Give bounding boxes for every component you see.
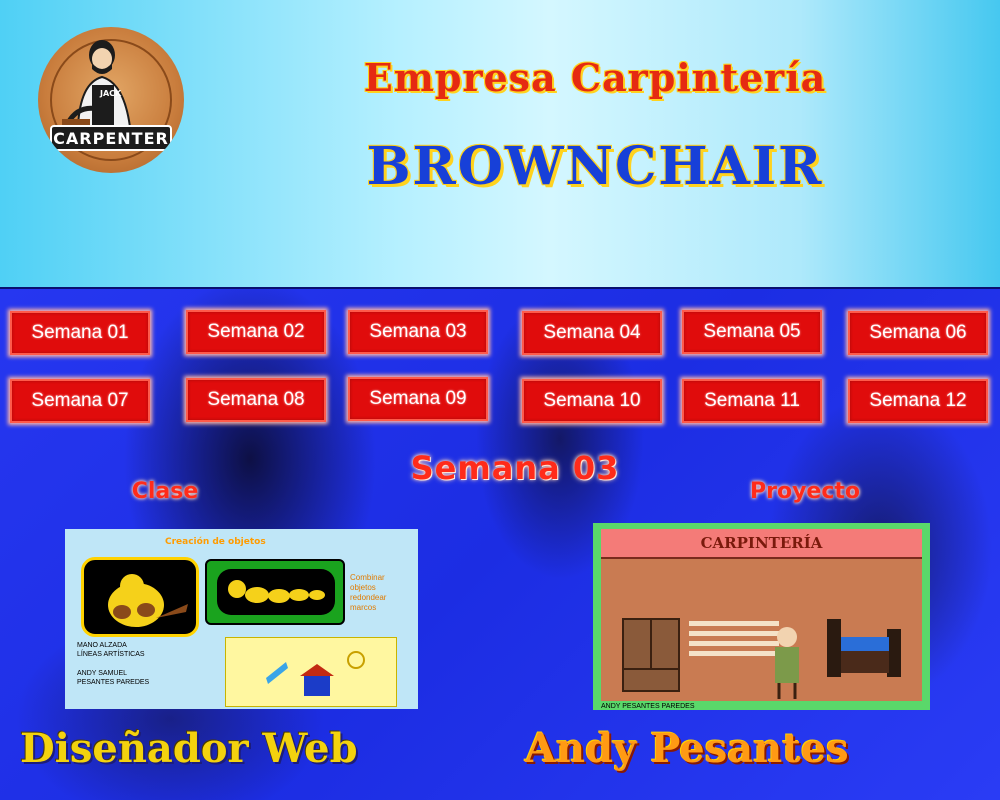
class-orange-text: Combinar objetos redondear marcos (350, 573, 387, 612)
bird-drawing-icon (108, 574, 188, 627)
week-button-01[interactable]: Semana 01 (10, 311, 150, 355)
carpenter-figure-icon (50, 39, 172, 161)
house-drawing-icon (266, 651, 365, 696)
week-button-11[interactable]: Semana 11 (682, 379, 822, 423)
company-title: Empresa Carpintería (363, 55, 827, 100)
week-button-10[interactable]: Semana 10 (522, 379, 662, 423)
project-scene: CARPINTERÍA (601, 529, 922, 701)
footer-author: Andy Pesantes (525, 725, 849, 772)
brand-name: BROWNCHAIR (366, 136, 824, 197)
week-button-06[interactable]: Semana 06 (848, 311, 988, 355)
project-image[interactable]: CARPINTERÍA ANDY PESANTES PAREDES (593, 523, 930, 710)
week-button-09[interactable]: Semana 09 (348, 377, 488, 421)
project-label: Proyecto (749, 479, 861, 504)
class-author-text: ANDY SAMUEL PESANTES PAREDES (77, 670, 150, 686)
footer-role: Diseñador Web (20, 725, 358, 772)
project-credit: ANDY PESANTES PAREDES (601, 703, 695, 710)
week-button-07[interactable]: Semana 07 (10, 379, 150, 423)
week-button-04[interactable]: Semana 04 (522, 311, 662, 355)
section-title: Semana 03 (410, 449, 620, 487)
main-content: Semana 01 Semana 02 Semana 03 Semana 04 … (0, 287, 1000, 800)
caterpillar-drawing-icon (228, 580, 325, 603)
week-button-02[interactable]: Semana 02 (186, 310, 326, 354)
workshop-drawing-icon (622, 618, 901, 699)
class-image-heading: Creación de objetos (165, 537, 266, 547)
logo-badge: CARPENTER (50, 125, 172, 151)
class-lines-text: MANO ALZADA LÍNEAS ARTÍSTICAS (77, 642, 145, 658)
week-button-03[interactable]: Semana 03 (348, 310, 488, 354)
header: JACK CARPENTER Empresa Carpintería BROWN… (0, 0, 1000, 287)
week-button-05[interactable]: Semana 05 (682, 310, 822, 354)
week-button-12[interactable]: Semana 12 (848, 379, 988, 423)
class-dark-panel (81, 557, 199, 637)
class-green-panel (205, 559, 345, 625)
class-yellow-panel (225, 637, 397, 707)
logo-jack-label: JACK (100, 89, 122, 98)
class-label: Clase (131, 479, 199, 504)
class-image[interactable]: Creación de objetos Combinar objetos red… (65, 529, 418, 709)
carpenter-logo[interactable]: JACK CARPENTER (38, 27, 184, 173)
week-button-08[interactable]: Semana 08 (186, 378, 326, 422)
